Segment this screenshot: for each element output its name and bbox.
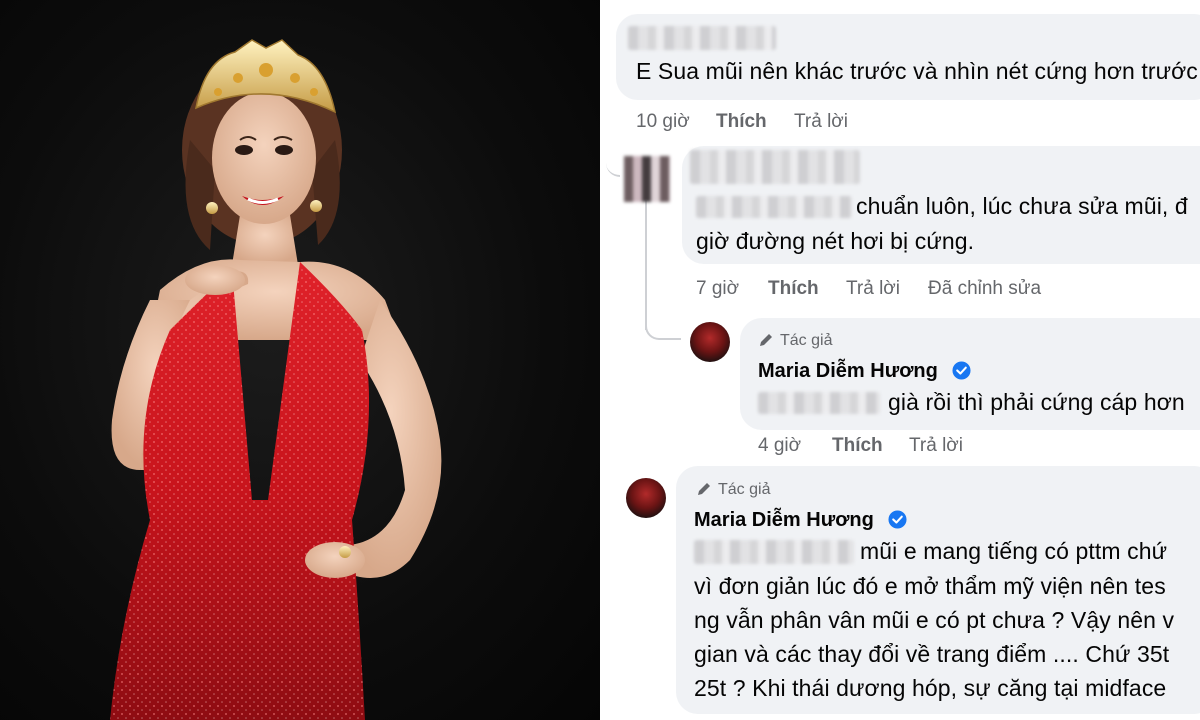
comment-time: 10 giờ bbox=[636, 111, 690, 132]
author-avatar[interactable] bbox=[690, 322, 730, 362]
author-badge: Tác giả bbox=[780, 332, 833, 349]
verified-badge-icon bbox=[952, 361, 971, 380]
reply-text-line-3: ng vẫn phân vân mũi e có pt chưa ? Vậy n… bbox=[694, 607, 1175, 633]
reply-link[interactable]: Trả lời bbox=[794, 111, 848, 133]
blurred-mention bbox=[694, 540, 854, 564]
like-link[interactable]: Thích bbox=[716, 111, 767, 133]
facebook-comments-panel: E Sua mũi nên khác trước và nhìn nét cứn… bbox=[606, 0, 1200, 720]
reply-text-line-5: 25t ? Khi thái dương hóp, sự căng tại mi… bbox=[694, 675, 1167, 701]
woman-in-red-gown-illustration bbox=[110, 39, 442, 720]
blurred-mention bbox=[696, 196, 852, 218]
pencil-icon bbox=[760, 334, 772, 346]
blurred-mention bbox=[758, 392, 880, 414]
like-link[interactable]: Thích bbox=[832, 435, 883, 457]
portrait-photo bbox=[0, 0, 600, 720]
reply-link[interactable]: Trả lời bbox=[846, 278, 900, 300]
comment-time: 7 giờ bbox=[696, 278, 740, 299]
reply-link[interactable]: Trả lời bbox=[909, 435, 963, 457]
reply-text-line-2: vì đơn giản lúc đó e mở thẩm mỹ viện nên… bbox=[694, 573, 1166, 599]
blurred-commenter-name bbox=[690, 150, 860, 184]
reply-text: già rồi thì phải cứng cáp hơn bbox=[888, 389, 1185, 415]
author-avatar[interactable] bbox=[626, 478, 666, 518]
like-link[interactable]: Thích bbox=[768, 278, 819, 300]
comment-text-line-2: giờ đường nét hơi bị cứng. bbox=[696, 228, 975, 254]
thread-connector bbox=[645, 300, 681, 340]
reply-time: 4 giờ bbox=[758, 435, 802, 456]
edited-label: Đã chỉnh sửa bbox=[928, 278, 1042, 299]
pencil-icon bbox=[698, 483, 710, 495]
reply-text-line-4: gian và các thay đổi về trang điểm .... … bbox=[694, 641, 1170, 667]
reply-text-line-1: mũi e mang tiếng có pttm chứ bbox=[860, 538, 1168, 564]
author-badge: Tác giả bbox=[718, 481, 771, 498]
author-name[interactable]: Maria Diễm Hương bbox=[694, 509, 874, 532]
blurred-avatar bbox=[624, 156, 670, 202]
comment-text-line-1: chuẩn luôn, lúc chưa sửa mũi, đ bbox=[856, 193, 1188, 219]
blurred-commenter-name bbox=[628, 26, 776, 50]
author-name[interactable]: Maria Diễm Hương bbox=[758, 360, 938, 383]
thread-connector bbox=[606, 145, 620, 177]
comment-text: E Sua mũi nên khác trước và nhìn nét cứn… bbox=[636, 58, 1198, 84]
verified-badge-icon bbox=[888, 510, 907, 529]
